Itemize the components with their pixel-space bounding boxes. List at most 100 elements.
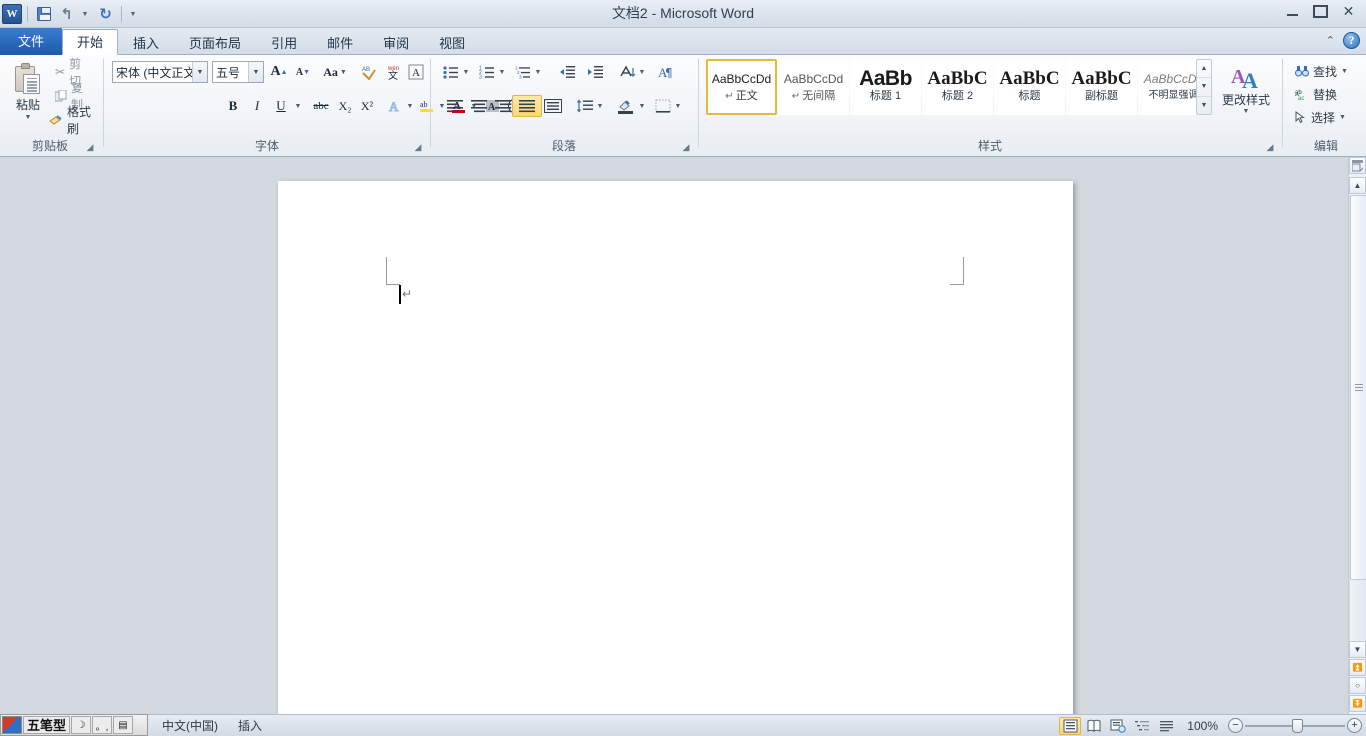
subscript-button[interactable]: X₂ bbox=[334, 95, 356, 117]
vertical-scrollbar[interactable]: ▲ ▼ ⏫ ○ ⏬ bbox=[1348, 157, 1366, 714]
view-full-screen-reading-icon[interactable] bbox=[1083, 717, 1105, 735]
strikethrough-button[interactable]: abc bbox=[306, 95, 336, 117]
text-effects-icon[interactable]: A bbox=[384, 95, 406, 117]
underline-button[interactable]: U bbox=[270, 95, 292, 117]
phonetic-guide-icon[interactable]: AB bbox=[358, 61, 380, 83]
style-item-title[interactable]: AaBbC 标题 bbox=[994, 59, 1065, 115]
change-styles-button[interactable]: AA 更改样式 ▼ bbox=[1216, 59, 1276, 121]
font-dialog-launcher[interactable]: ◢ bbox=[412, 141, 424, 153]
styles-scroll-up-icon[interactable]: ▲ bbox=[1197, 60, 1211, 78]
distribute-icon[interactable] bbox=[538, 95, 568, 117]
style-item-subtitle[interactable]: AaBbC 副标题 bbox=[1066, 59, 1137, 115]
multilevel-dropdown-icon[interactable]: ▼ bbox=[532, 61, 544, 83]
select-dropdown-icon[interactable]: ▼ bbox=[1339, 114, 1346, 121]
status-insert-mode[interactable]: 插入 bbox=[228, 716, 272, 736]
help-icon[interactable]: ? bbox=[1343, 32, 1360, 49]
clipboard-dialog-launcher[interactable]: ◢ bbox=[84, 141, 96, 153]
underline-dropdown-icon[interactable]: ▼ bbox=[292, 95, 304, 117]
zoom-out-button[interactable]: − bbox=[1228, 718, 1243, 733]
undo-dropdown-icon[interactable]: ▼ bbox=[79, 4, 93, 25]
find-button[interactable]: 查找 ▼ bbox=[1290, 60, 1362, 82]
multilevel-list-icon[interactable]: 123 bbox=[512, 61, 534, 83]
word-logo-icon[interactable]: W bbox=[2, 4, 22, 24]
zoom-slider[interactable] bbox=[1245, 718, 1345, 734]
format-painter-button[interactable]: 格式刷 bbox=[44, 109, 100, 131]
clear-formatting-icon[interactable]: A bbox=[406, 61, 428, 83]
borders-dropdown-icon[interactable]: ▼ bbox=[672, 95, 684, 117]
replace-button[interactable]: abac 替换 bbox=[1290, 83, 1350, 105]
superscript-button[interactable]: X² bbox=[356, 95, 378, 117]
text-effects-dropdown-icon[interactable]: ▼ bbox=[404, 95, 416, 117]
ime-soft-keyboard-icon[interactable]: ▤ bbox=[113, 716, 133, 734]
tab-mailings[interactable]: 邮件 bbox=[312, 30, 368, 55]
scroll-down-icon[interactable]: ▼ bbox=[1349, 641, 1366, 658]
close-button[interactable]: ✕ bbox=[1335, 2, 1362, 20]
ime-shape-icon[interactable]: ☽ bbox=[71, 716, 91, 734]
view-outline-icon[interactable] bbox=[1131, 717, 1153, 735]
zoom-in-button[interactable]: + bbox=[1347, 718, 1362, 733]
styles-dialog-launcher[interactable]: ◢ bbox=[1264, 141, 1276, 153]
save-icon[interactable] bbox=[33, 4, 54, 25]
next-page-icon[interactable]: ⏬ bbox=[1349, 695, 1366, 712]
find-dropdown-icon[interactable]: ▼ bbox=[1341, 68, 1348, 75]
tab-review[interactable]: 审阅 bbox=[368, 30, 424, 55]
tab-home[interactable]: 开始 bbox=[62, 29, 118, 55]
styles-scroll-down-icon[interactable]: ▼ bbox=[1197, 78, 1211, 96]
styles-more-icon[interactable]: ▼ bbox=[1197, 97, 1211, 114]
view-draft-icon[interactable] bbox=[1155, 717, 1177, 735]
restore-button[interactable] bbox=[1307, 2, 1334, 20]
borders-icon[interactable] bbox=[652, 95, 674, 117]
redo-icon[interactable]: ↻ bbox=[95, 4, 116, 25]
document-page[interactable]: ↵ bbox=[278, 181, 1073, 714]
character-border-icon[interactable]: wén文 bbox=[382, 61, 404, 83]
tab-page-layout[interactable]: 页面布局 bbox=[174, 30, 256, 55]
grow-font-button[interactable]: A▲ bbox=[268, 61, 290, 83]
chevron-down-icon[interactable]: ▼ bbox=[248, 62, 263, 82]
shading-icon[interactable] bbox=[614, 95, 636, 117]
shrink-font-button[interactable]: A▼ bbox=[292, 61, 314, 83]
scroll-thumb[interactable] bbox=[1350, 195, 1366, 580]
tab-view[interactable]: 视图 bbox=[424, 30, 480, 55]
ruler-toggle-icon[interactable] bbox=[1349, 157, 1366, 174]
numbering-dropdown-icon[interactable]: ▼ bbox=[496, 61, 508, 83]
shading-dropdown-icon[interactable]: ▼ bbox=[636, 95, 648, 117]
ime-punctuation-icon[interactable]: 。, bbox=[92, 716, 112, 734]
view-web-layout-icon[interactable] bbox=[1107, 717, 1129, 735]
style-item-heading-2[interactable]: AaBbC 标题 2 bbox=[922, 59, 993, 115]
chevron-down-icon[interactable]: ▼ bbox=[192, 62, 207, 82]
zoom-thumb[interactable] bbox=[1292, 719, 1303, 733]
numbering-icon[interactable]: 123 bbox=[476, 61, 498, 83]
font-size-input[interactable]: 五号 ▼ bbox=[212, 61, 264, 83]
scroll-up-icon[interactable]: ▲ bbox=[1349, 177, 1366, 194]
minimize-button[interactable] bbox=[1279, 2, 1306, 20]
line-spacing-dropdown-icon[interactable]: ▼ bbox=[594, 95, 606, 117]
bullets-icon[interactable] bbox=[440, 61, 462, 83]
tab-references[interactable]: 引用 bbox=[256, 30, 312, 55]
change-styles-dropdown-icon[interactable]: ▼ bbox=[1243, 108, 1250, 115]
zoom-level-label[interactable]: 100% bbox=[1179, 719, 1226, 733]
style-item-heading-1[interactable]: AaBb 标题 1 bbox=[850, 59, 921, 115]
document-workspace[interactable]: ↵ bbox=[0, 157, 1348, 714]
font-name-input[interactable]: 宋体 (中文正文 ▼ bbox=[112, 61, 208, 83]
change-case-button[interactable]: Aa ▼ bbox=[320, 61, 350, 83]
bullets-dropdown-icon[interactable]: ▼ bbox=[460, 61, 472, 83]
select-browse-object-icon[interactable]: ○ bbox=[1349, 677, 1366, 694]
ime-name-label[interactable]: 五笔型 bbox=[23, 716, 70, 734]
collapse-ribbon-icon[interactable]: ⌃ bbox=[1326, 34, 1335, 47]
show-formatting-marks-icon[interactable]: A¶ bbox=[654, 61, 676, 83]
style-item-body[interactable]: AaBbCcDd ↵正文 bbox=[706, 59, 777, 115]
previous-page-icon[interactable]: ⏫ bbox=[1349, 659, 1366, 676]
bold-button[interactable]: B bbox=[222, 95, 244, 117]
status-language[interactable]: 中文(中国) bbox=[152, 716, 228, 736]
tab-insert[interactable]: 插入 bbox=[118, 30, 174, 55]
paragraph-dialog-launcher[interactable]: ◢ bbox=[680, 141, 692, 153]
style-item-no-spacing[interactable]: AaBbCcDd ↵无间隔 bbox=[778, 59, 849, 115]
sort-dropdown-icon[interactable]: ▼ bbox=[636, 61, 648, 83]
ime-language-bar[interactable]: 五笔型 ☽ 。, ▤ bbox=[0, 714, 148, 736]
tab-file[interactable]: 文件 bbox=[0, 28, 62, 55]
ime-logo-icon[interactable] bbox=[2, 716, 22, 734]
italic-button[interactable]: I bbox=[246, 95, 268, 117]
paste-dropdown-icon[interactable]: ▼ bbox=[25, 114, 32, 121]
view-print-layout-icon[interactable] bbox=[1059, 717, 1081, 735]
increase-indent-icon[interactable] bbox=[580, 61, 610, 83]
